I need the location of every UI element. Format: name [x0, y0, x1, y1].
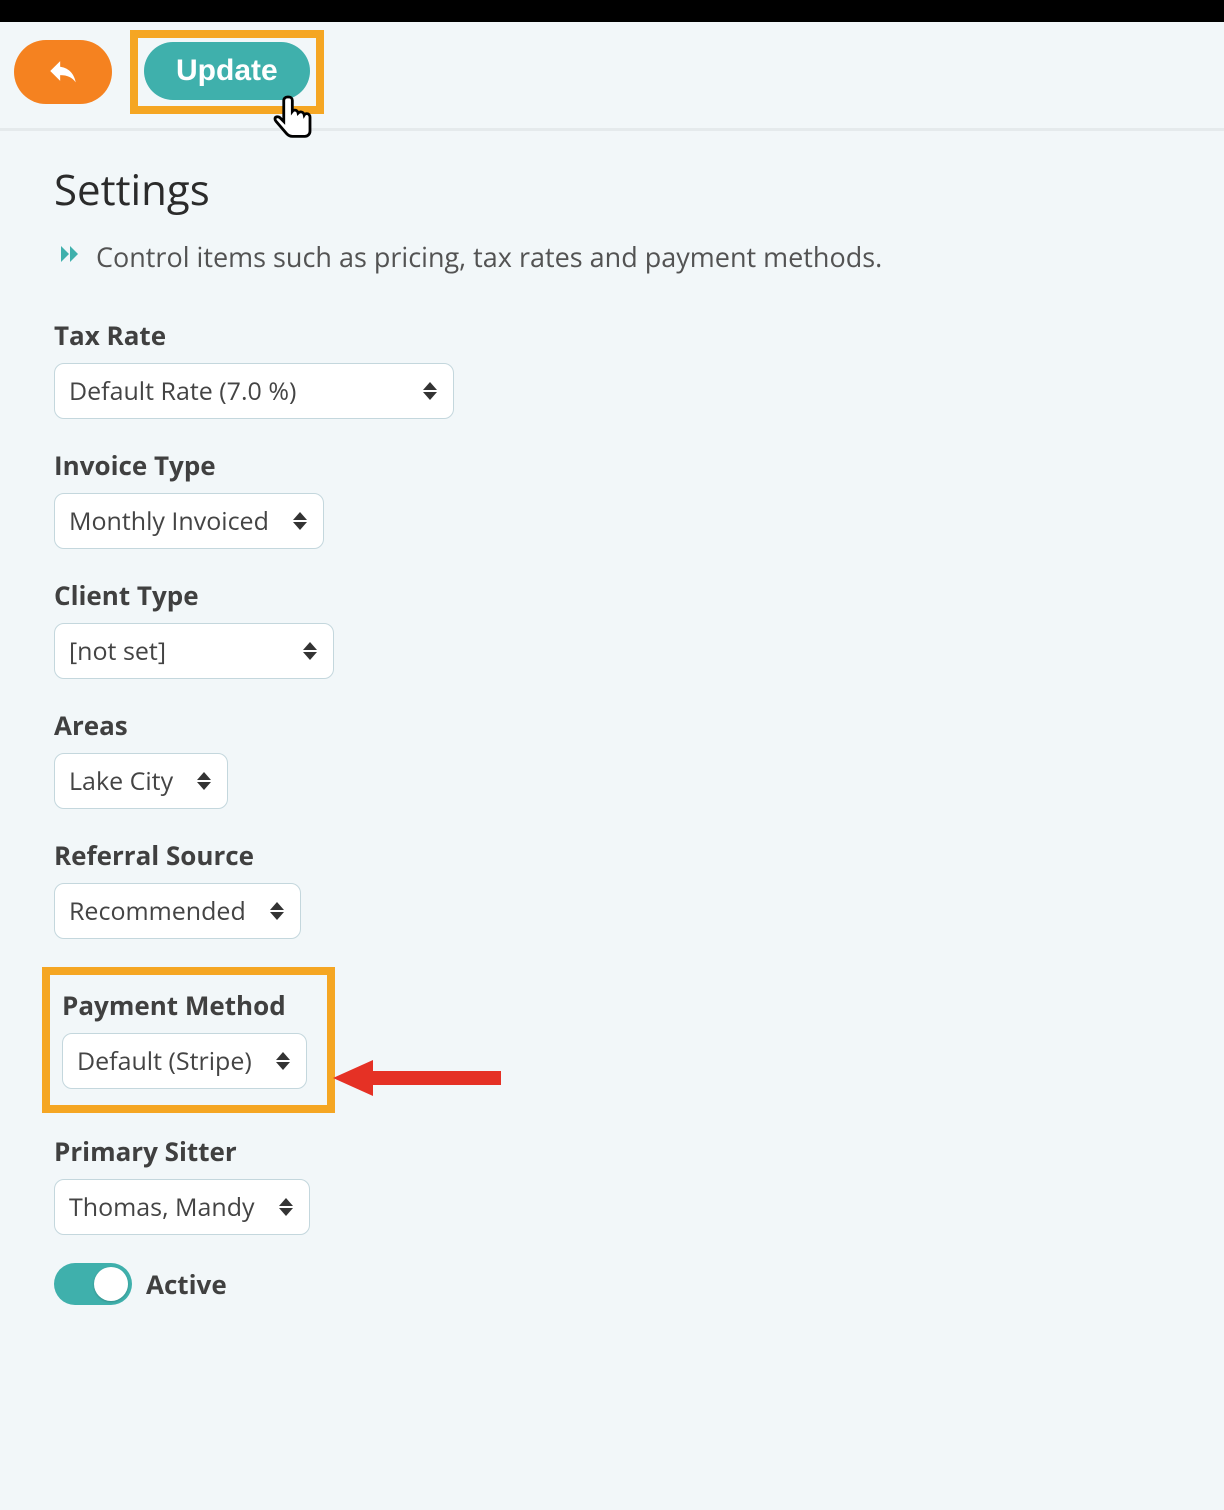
tax-rate-value: Default Rate (7.0 %) — [69, 374, 296, 408]
field-referral-source: Referral Source Recommended — [54, 837, 1170, 939]
invoice-type-select[interactable]: Monthly Invoiced — [54, 493, 324, 549]
active-toggle-row: Active — [54, 1263, 1170, 1305]
page-subtitle: Control items such as pricing, tax rates… — [96, 238, 882, 275]
update-highlight-box: Update — [130, 30, 324, 114]
field-client-type: Client Type [not set] — [54, 577, 1170, 679]
annotation-arrow-icon — [333, 1056, 503, 1105]
cursor-pointer-icon — [268, 90, 324, 146]
caret-icon — [279, 1198, 293, 1216]
caret-icon — [197, 772, 211, 790]
areas-label: Areas — [54, 707, 1170, 743]
payment-method-label: Payment Method — [62, 987, 307, 1023]
invoice-type-label: Invoice Type — [54, 447, 1170, 483]
field-payment-method: Payment Method Default (Stripe) — [62, 987, 307, 1089]
referral-source-value: Recommended — [69, 894, 246, 928]
back-button[interactable] — [14, 40, 112, 104]
field-tax-rate: Tax Rate Default Rate (7.0 %) — [54, 317, 1170, 419]
payment-method-value: Default (Stripe) — [77, 1044, 252, 1078]
caret-icon — [293, 512, 307, 530]
invoice-type-value: Monthly Invoiced — [69, 504, 269, 538]
page-title: Settings — [54, 161, 1170, 218]
tax-rate-select[interactable]: Default Rate (7.0 %) — [54, 363, 454, 419]
client-type-select[interactable]: [not set] — [54, 623, 334, 679]
reply-arrow-icon — [43, 54, 83, 91]
areas-value: Lake City — [69, 764, 173, 798]
double-chevron-icon — [54, 242, 84, 271]
tax-rate-label: Tax Rate — [54, 317, 1170, 353]
primary-sitter-label: Primary Sitter — [54, 1133, 1170, 1169]
active-label: Active — [146, 1266, 227, 1302]
top-black-bar — [0, 0, 1224, 22]
payment-method-highlight-box: Payment Method Default (Stripe) — [42, 967, 335, 1113]
toolbar: Update — [0, 22, 1224, 131]
client-type-value: [not set] — [69, 634, 166, 668]
referral-source-label: Referral Source — [54, 837, 1170, 873]
client-type-label: Client Type — [54, 577, 1170, 613]
areas-select[interactable]: Lake City — [54, 753, 228, 809]
subtitle-row: Control items such as pricing, tax rates… — [54, 238, 1170, 275]
caret-icon — [276, 1052, 290, 1070]
caret-icon — [303, 642, 317, 660]
field-invoice-type: Invoice Type Monthly Invoiced — [54, 447, 1170, 549]
content: Settings Control items such as pricing, … — [0, 131, 1224, 1335]
primary-sitter-select[interactable]: Thomas, Mandy — [54, 1179, 310, 1235]
caret-icon — [270, 902, 284, 920]
caret-icon — [423, 382, 437, 400]
field-primary-sitter: Primary Sitter Thomas, Mandy — [54, 1133, 1170, 1235]
payment-method-select[interactable]: Default (Stripe) — [62, 1033, 307, 1089]
referral-source-select[interactable]: Recommended — [54, 883, 301, 939]
primary-sitter-value: Thomas, Mandy — [69, 1190, 255, 1224]
active-toggle[interactable] — [54, 1263, 132, 1305]
field-areas: Areas Lake City — [54, 707, 1170, 809]
toggle-knob — [94, 1267, 128, 1301]
